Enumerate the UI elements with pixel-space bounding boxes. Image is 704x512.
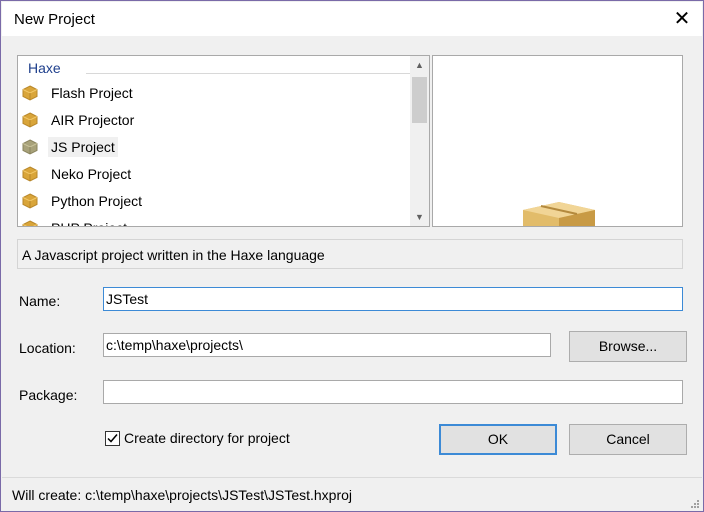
scroll-thumb[interactable] [412, 77, 427, 123]
template-item-php[interactable]: PHP Project [20, 216, 408, 226]
template-item-label: Python Project [51, 193, 143, 209]
name-input[interactable] [103, 287, 683, 311]
checkmark-icon [107, 433, 118, 443]
template-item-air[interactable]: AIR Projector [20, 108, 408, 132]
template-item-label: Flash Project [51, 85, 133, 101]
template-description: A Javascript project written in the Haxe… [17, 239, 683, 269]
package-icon [22, 193, 38, 209]
package-icon [22, 112, 38, 128]
template-list[interactable]: Haxe Flash Project AIR Projector JS Proj… [17, 55, 430, 227]
name-label: Name: [19, 293, 61, 309]
package-input[interactable] [103, 380, 683, 404]
template-item-label: JS Project [48, 137, 118, 157]
create-directory-label: Create directory for project [124, 430, 290, 446]
location-label: Location: [19, 340, 76, 356]
group-header-haxe: Haxe [28, 60, 410, 78]
scroll-up-icon[interactable]: ▲ [410, 56, 429, 74]
group-label: Haxe [28, 60, 61, 76]
template-list-items: Haxe Flash Project AIR Projector JS Proj… [18, 56, 410, 226]
template-preview [432, 55, 683, 227]
status-bar: Will create: c:\temp\haxe\projects\JSTes… [2, 477, 702, 511]
template-item-python[interactable]: Python Project [20, 189, 408, 213]
package-icon [22, 220, 38, 226]
resize-grip-icon[interactable] [690, 499, 700, 509]
package-icon [22, 139, 38, 155]
window-title: New Project [14, 11, 95, 28]
package-icon [22, 85, 38, 101]
scroll-down-icon[interactable]: ▼ [410, 208, 429, 226]
group-divider [86, 73, 410, 74]
browse-button[interactable]: Browse... [569, 331, 687, 362]
template-item-label: AIR Projector [51, 112, 135, 128]
template-item-label: Neko Project [51, 166, 132, 182]
location-input[interactable] [103, 333, 551, 357]
ok-button[interactable]: OK [439, 424, 557, 455]
status-text: Will create: c:\temp\haxe\projects\JSTes… [12, 487, 353, 503]
package-label: Package: [19, 387, 78, 403]
title-bar: New Project ✕ [2, 2, 702, 36]
cancel-button[interactable]: Cancel [569, 424, 687, 455]
close-icon[interactable]: ✕ [668, 6, 696, 32]
template-item-neko[interactable]: Neko Project [20, 162, 408, 186]
package-preview-icon [523, 202, 595, 226]
package-icon [22, 166, 38, 182]
create-directory-checkbox[interactable] [105, 430, 120, 446]
template-item-flash[interactable]: Flash Project [20, 81, 408, 105]
create-directory-option[interactable]: Create directory for project [105, 429, 290, 447]
template-item-label: PHP Project [48, 218, 130, 226]
template-list-scrollbar[interactable]: ▲ ▼ [410, 56, 429, 226]
template-item-js[interactable]: JS Project [20, 135, 408, 159]
new-project-dialog: New Project ✕ Haxe Flash Project AIR Pro… [0, 0, 704, 512]
